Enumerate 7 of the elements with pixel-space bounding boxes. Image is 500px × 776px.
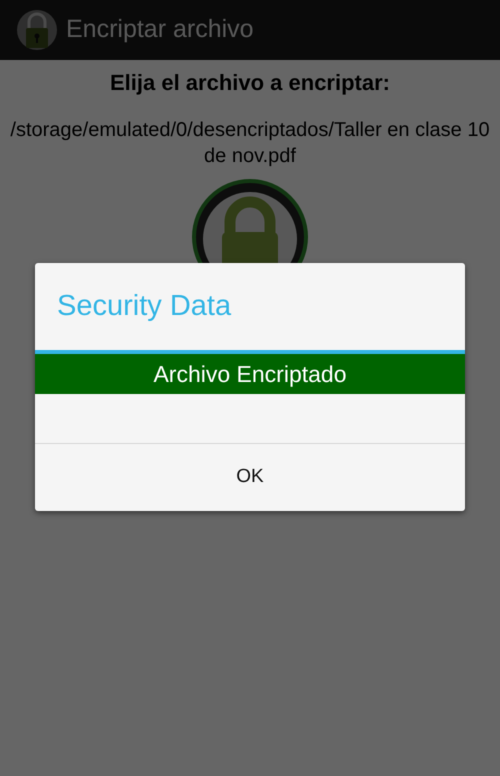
dialog-message: Archivo Encriptado <box>153 360 347 389</box>
file-path: /storage/emulated/0/desencriptados/Taller en clase 10 de nov.pdf <box>9 118 491 169</box>
ok-button[interactable]: OK <box>35 444 465 511</box>
prompt-text: Elija el archivo a encriptar: <box>108 69 391 97</box>
lock-icon <box>16 9 58 51</box>
app-title: Encriptar archivo <box>66 14 254 46</box>
dialog-title: Security Data <box>56 288 232 324</box>
